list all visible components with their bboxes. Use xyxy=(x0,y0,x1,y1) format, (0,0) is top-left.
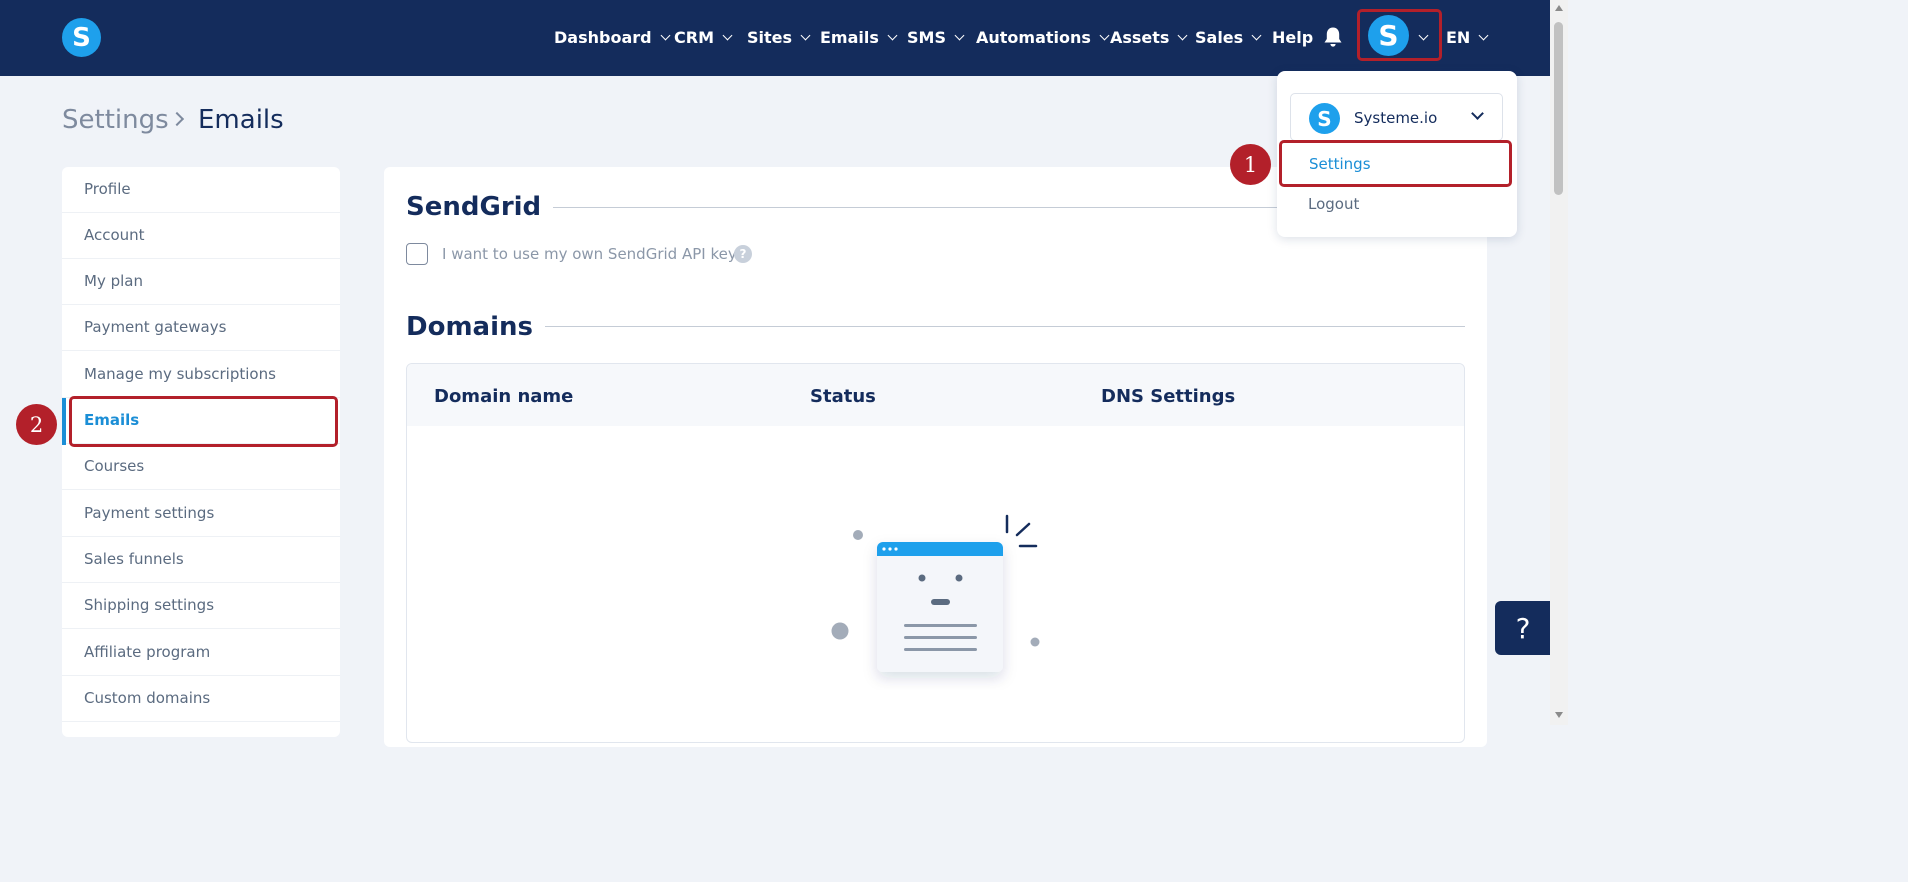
page-title: Emails xyxy=(198,105,284,135)
sidebar-item-label: My plan xyxy=(84,272,143,290)
sidebar-item-label: Profile xyxy=(84,180,131,198)
sidebar-item-shipping-settings[interactable]: Shipping settings xyxy=(62,583,340,629)
nav-sales[interactable]: Sales xyxy=(1195,26,1262,48)
nav-automations-label: Automations xyxy=(976,27,1091,47)
sidebar-item-label: Payment gateways xyxy=(84,318,227,336)
nav-automations[interactable]: Automations xyxy=(976,26,1110,48)
sidebar-item-account[interactable]: Account xyxy=(62,213,340,259)
language-selector[interactable]: EN xyxy=(1446,26,1489,48)
step-marker-1: 1 xyxy=(1230,144,1271,185)
bell-icon[interactable] xyxy=(1323,26,1343,48)
nav-sites-label: Sites xyxy=(747,27,793,47)
nav-help[interactable]: Help xyxy=(1272,26,1313,48)
sidebar-item-affiliate-program[interactable]: Affiliate program xyxy=(62,630,340,676)
column-domain-name: Domain name xyxy=(434,386,574,407)
sidebar-item-label: Custom domains xyxy=(84,689,211,707)
highlight-box-emails xyxy=(69,396,338,447)
chevron-down-icon xyxy=(1478,30,1489,40)
table-header: Domain name Status DNS Settings xyxy=(407,364,1464,426)
scroll-up-arrow-icon[interactable] xyxy=(1555,5,1563,11)
empty-state-illustration xyxy=(831,514,1040,672)
dropdown-settings-label: Settings xyxy=(1309,155,1371,173)
avatar: S xyxy=(1368,15,1409,56)
help-icon[interactable]: ? xyxy=(734,245,752,263)
chevron-down-icon xyxy=(1178,30,1188,40)
nav-assets[interactable]: Assets xyxy=(1110,26,1188,48)
logo-icon[interactable]: S xyxy=(62,18,101,57)
sidebar-item-my-plan[interactable]: My plan xyxy=(62,259,340,305)
dropdown-settings-item[interactable]: Settings xyxy=(1279,140,1512,187)
step-marker-2: 2 xyxy=(16,404,57,445)
chevron-down-icon xyxy=(722,30,733,40)
scroll-down-arrow-icon[interactable] xyxy=(1555,712,1563,718)
language-label: EN xyxy=(1446,27,1471,47)
sidebar-item-payment-settings[interactable]: Payment settings xyxy=(62,491,340,537)
sidebar-item-label: Sales funnels xyxy=(84,550,184,568)
chevron-down-icon xyxy=(954,30,965,40)
chevron-down-icon xyxy=(887,30,898,40)
sidebar-item-sales-funnels[interactable]: Sales funnels xyxy=(62,537,340,583)
nav-dashboard[interactable]: Dashboard xyxy=(554,26,671,48)
floating-help-button[interactable]: ? xyxy=(1495,601,1551,655)
breadcrumb-root[interactable]: Settings xyxy=(62,105,169,135)
nav-sales-label: Sales xyxy=(1195,27,1244,47)
nav-sms[interactable]: SMS xyxy=(907,26,965,48)
sidebar-item-label: Account xyxy=(84,226,145,244)
nav-assets-label: Assets xyxy=(1110,27,1170,47)
dropdown-logout-item[interactable]: Logout xyxy=(1308,195,1359,213)
active-indicator xyxy=(62,398,66,445)
chevron-down-icon xyxy=(1251,30,1262,40)
chevron-down-icon xyxy=(800,30,811,40)
nav-help-label: Help xyxy=(1272,27,1314,47)
column-status: Status xyxy=(810,386,876,407)
sendgrid-heading: SendGrid xyxy=(406,192,542,222)
sidebar-item-manage-subscriptions[interactable]: Manage my subscriptions xyxy=(62,352,340,398)
account-menu-button[interactable]: S xyxy=(1357,9,1442,61)
nav-sites[interactable]: Sites xyxy=(747,26,811,48)
nav-emails[interactable]: Emails xyxy=(820,26,898,48)
sidebar-item-payment-gateways[interactable]: Payment gateways xyxy=(62,305,340,351)
sidebar-item-label: Affiliate program xyxy=(84,643,211,661)
sidebar-item-custom-domains[interactable]: Custom domains xyxy=(62,676,340,722)
section-divider xyxy=(545,326,1465,327)
scrollbar-thumb[interactable] xyxy=(1554,22,1563,195)
chevron-right-icon xyxy=(169,111,185,127)
domains-heading: Domains xyxy=(406,312,533,342)
chevron-down-icon xyxy=(1418,30,1429,41)
column-dns-settings: DNS Settings xyxy=(1101,386,1236,407)
page-scrollbar[interactable] xyxy=(1550,0,1568,725)
sidebar-item-label: Manage my subscriptions xyxy=(84,365,276,383)
sendgrid-checkbox-label[interactable]: I want to use my own SendGrid API key xyxy=(442,245,737,263)
settings-sidebar: Profile Account My plan Payment gateways… xyxy=(62,167,340,737)
chevron-down-icon xyxy=(1099,30,1110,40)
sendgrid-api-key-checkbox[interactable] xyxy=(406,243,428,265)
top-navbar: S Dashboard CRM Sites Emails SMS Automat… xyxy=(0,0,1568,76)
workspace-logo-icon: S xyxy=(1309,103,1340,134)
chevron-down-icon xyxy=(660,30,671,40)
sidebar-item-label: Courses xyxy=(84,457,145,475)
sidebar-item-profile[interactable]: Profile xyxy=(62,167,340,213)
sidebar-item-courses[interactable]: Courses xyxy=(62,444,340,490)
nav-crm-label: CRM xyxy=(674,27,714,47)
nav-sms-label: SMS xyxy=(907,27,946,47)
chevron-down-icon xyxy=(1471,107,1484,120)
nav-crm[interactable]: CRM xyxy=(674,26,733,48)
nav-dashboard-label: Dashboard xyxy=(554,27,652,47)
nav-emails-label: Emails xyxy=(820,27,879,47)
sidebar-item-label: Payment settings xyxy=(84,504,215,522)
workspace-selector[interactable]: S Systeme.io xyxy=(1290,93,1503,141)
sidebar-item-label: Shipping settings xyxy=(84,596,215,614)
workspace-name: Systeme.io xyxy=(1354,109,1438,127)
